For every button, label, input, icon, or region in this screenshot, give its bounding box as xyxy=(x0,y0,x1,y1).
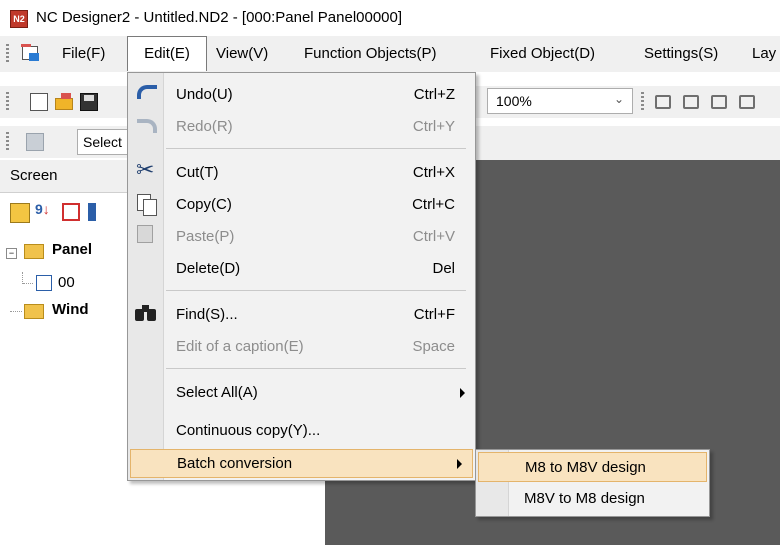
menu-item-shortcut: Ctrl+Y xyxy=(412,118,455,135)
menu-edit[interactable]: Edit(E) xyxy=(127,36,207,71)
menu-item-shortcut: Del xyxy=(432,260,455,277)
menu-file[interactable]: File(F) xyxy=(62,36,105,72)
menu-item-shortcut: Ctrl+Z xyxy=(413,86,455,103)
menu-item-edit-caption[interactable]: Edit of a caption(E) Space xyxy=(128,331,475,363)
menu-item-continuous-copy[interactable]: Continuous copy(Y)... xyxy=(128,415,475,447)
edit-menu: Undo(U) Ctrl+Z Redo(R) Ctrl+Y ✂ Cut(T) C… xyxy=(127,72,476,481)
menu-item-label: Continuous copy(Y)... xyxy=(176,422,321,439)
redo-icon xyxy=(137,119,157,133)
submenu-arrow-icon xyxy=(457,459,462,469)
toolbar-grip-icon[interactable] xyxy=(6,92,9,112)
title-bar: N2 NC Designer2 - Untitled.ND2 - [000:Pa… xyxy=(0,0,780,36)
window-title: NC Designer2 - Untitled.ND2 - [000:Panel… xyxy=(36,9,403,26)
toolbar-grip-icon-3[interactable] xyxy=(641,92,644,112)
menubar-grip-icon[interactable] xyxy=(6,44,9,64)
chevron-down-icon: ⌄ xyxy=(613,92,624,106)
properties-icon[interactable] xyxy=(10,203,30,223)
zoom-select[interactable]: 100% ⌄ xyxy=(487,88,633,114)
menu-item-label: Delete(D) xyxy=(176,260,241,277)
submenu-item-m8-to-m8v[interactable]: M8 to M8V design xyxy=(478,452,707,482)
menu-view[interactable]: View(V) xyxy=(216,36,268,72)
menu-item-label: Paste(P) xyxy=(176,228,235,245)
menu-layout[interactable]: Lay xyxy=(752,36,776,72)
menu-separator xyxy=(166,148,466,149)
add-window-icon[interactable] xyxy=(88,203,96,221)
folder-icon xyxy=(24,304,44,319)
menu-item-label: Batch conversion xyxy=(177,455,293,472)
menu-settings[interactable]: Settings(S) xyxy=(644,36,718,72)
nav-back-icon[interactable] xyxy=(655,95,671,109)
submenu-item-label: M8V to M8 design xyxy=(524,490,645,507)
tree-item-screen[interactable]: 00 xyxy=(58,274,75,291)
submenu-item-m8v-to-m8[interactable]: M8V to M8 design xyxy=(478,484,707,514)
scissors-icon: ✂ xyxy=(136,157,155,182)
canvas-toolbar-area xyxy=(475,126,780,160)
screen-page-icon xyxy=(36,275,52,291)
tree-item-window[interactable]: Wind xyxy=(52,301,89,318)
new-file-icon[interactable] xyxy=(30,93,48,111)
menu-bar: File(F) Edit(E) View(V) Function Objects… xyxy=(0,36,780,72)
binoculars-icon xyxy=(135,305,157,321)
collapse-icon[interactable]: − xyxy=(6,248,17,259)
menu-item-copy[interactable]: Copy(C) Ctrl+C xyxy=(128,189,475,221)
menu-item-delete[interactable]: Delete(D) Del xyxy=(128,253,475,285)
nav-first-icon[interactable] xyxy=(711,95,727,109)
screen-image-icon[interactable] xyxy=(26,133,44,151)
menu-item-label: Cut(T) xyxy=(176,164,219,181)
menu-item-batch-conversion[interactable]: Batch conversion xyxy=(130,449,473,478)
save-icon[interactable] xyxy=(80,93,98,111)
menu-item-cut[interactable]: ✂ Cut(T) Ctrl+X xyxy=(128,157,475,189)
menu-fixed-object[interactable]: Fixed Object(D) xyxy=(490,36,595,72)
toolbar-grip-icon-4[interactable] xyxy=(6,132,9,152)
sort-icon[interactable]: 9↓ xyxy=(35,201,50,217)
menu-item-label: Find(S)... xyxy=(176,306,238,323)
screen-panel-header: Screen xyxy=(0,160,130,193)
document-menu-icon[interactable] xyxy=(20,44,42,64)
menu-separator xyxy=(166,290,466,291)
menu-item-label: Undo(U) xyxy=(176,86,233,103)
menu-item-select-all[interactable]: Select All(A) xyxy=(128,377,475,409)
folder-open-icon xyxy=(24,244,44,259)
menu-function-objects[interactable]: Function Objects(P) xyxy=(304,36,437,72)
menu-item-shortcut: Ctrl+V xyxy=(412,228,455,245)
tree-item-panel[interactable]: Panel xyxy=(52,241,92,258)
submenu-item-label: M8 to M8V design xyxy=(525,459,646,476)
menu-item-label: Copy(C) xyxy=(176,196,232,213)
nav-forward-icon[interactable] xyxy=(683,95,699,109)
menu-item-shortcut: Space xyxy=(412,338,455,355)
nav-last-icon[interactable] xyxy=(739,95,755,109)
menu-item-undo[interactable]: Undo(U) Ctrl+Z xyxy=(128,79,475,111)
zoom-value: 100% xyxy=(496,93,532,109)
screen-panel-title: Screen xyxy=(10,167,58,184)
copy-icon xyxy=(137,194,157,216)
menu-item-label: Redo(R) xyxy=(176,118,233,135)
menu-item-redo[interactable]: Redo(R) Ctrl+Y xyxy=(128,111,475,143)
menu-item-shortcut: Ctrl+X xyxy=(412,164,455,181)
add-screen-icon[interactable] xyxy=(62,203,80,221)
menu-item-shortcut: Ctrl+C xyxy=(412,196,455,213)
open-folder-icon[interactable] xyxy=(55,93,73,111)
menu-item-shortcut: Ctrl+F xyxy=(413,306,455,323)
submenu-arrow-icon xyxy=(460,388,465,398)
screen-panel-toolbar: 9↓ xyxy=(0,193,130,231)
app-icon: N2 xyxy=(10,10,28,28)
undo-icon xyxy=(137,85,157,99)
paste-icon xyxy=(137,225,153,243)
menu-item-paste[interactable]: Paste(P) Ctrl+V xyxy=(128,221,475,253)
menu-item-label: Edit of a caption(E) xyxy=(176,338,304,355)
screen-tree: − Panel 00 Wind xyxy=(0,232,128,545)
menu-separator xyxy=(166,368,466,369)
menu-item-find[interactable]: Find(S)... Ctrl+F xyxy=(128,299,475,331)
batch-conversion-submenu: M8 to M8V design M8V to M8 design xyxy=(475,449,710,517)
menu-item-label: Select All(A) xyxy=(176,384,258,401)
